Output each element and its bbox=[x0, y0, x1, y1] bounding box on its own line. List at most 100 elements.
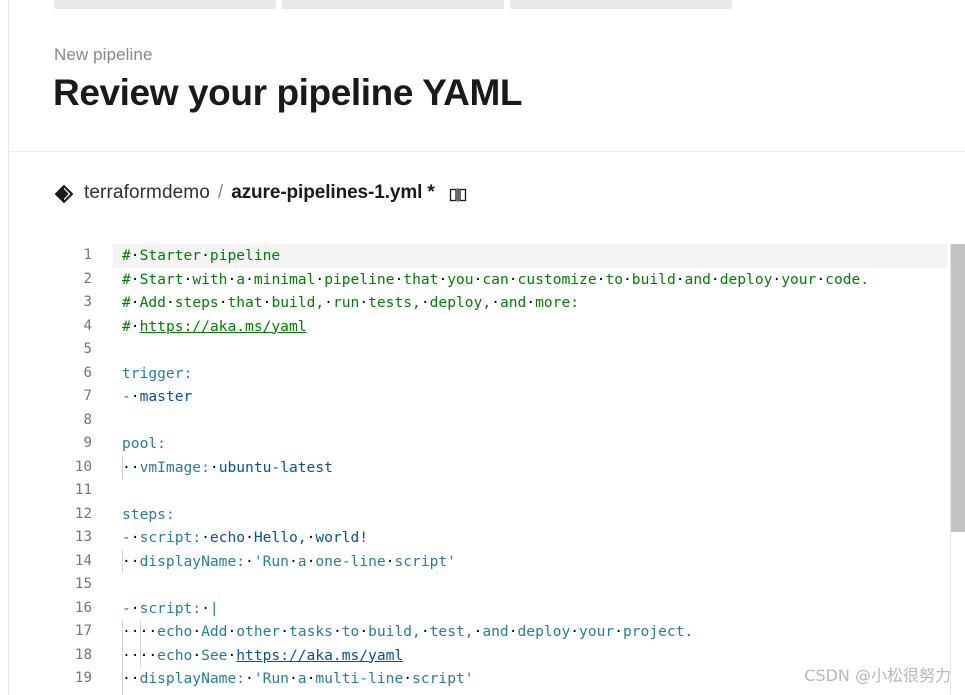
line-text[interactable]: ····echo·See·https://aka.ms/yaml bbox=[122, 644, 403, 668]
line-number: 15 bbox=[74, 576, 92, 592]
token-string: tasks bbox=[289, 623, 333, 640]
token-ws: · bbox=[614, 623, 623, 640]
token-comment: # bbox=[122, 270, 131, 288]
token-comment: more: bbox=[535, 294, 580, 311]
token-ws: · bbox=[227, 623, 237, 640]
token-ws: · bbox=[526, 294, 536, 311]
token-ws: · bbox=[315, 270, 325, 288]
line-number: 4 bbox=[83, 317, 92, 334]
code-line[interactable]: 4 #·https://aka.ms/yaml bbox=[9, 315, 965, 339]
code-line[interactable]: 16 -·script:·| bbox=[9, 597, 965, 621]
token-ws: · bbox=[130, 247, 140, 264]
token-link[interactable]: https://aka.ms/yaml bbox=[140, 318, 307, 335]
token-ws: · bbox=[130, 388, 140, 405]
line-number: 17 bbox=[74, 623, 92, 639]
token-val: master bbox=[139, 388, 193, 405]
line-text[interactable]: #·Starter·pipeline bbox=[122, 244, 280, 268]
token-comment: run bbox=[332, 294, 360, 311]
token-val: ubuntu-latest bbox=[218, 458, 333, 476]
line-text[interactable]: #·https://aka.ms/yaml bbox=[122, 315, 307, 339]
line-text[interactable]: #·Start·with·a·minimal·pipeline·that·you… bbox=[122, 268, 869, 292]
token-string: script' bbox=[412, 670, 474, 687]
line-number: 12 bbox=[74, 505, 92, 522]
token-comment: build, bbox=[271, 294, 325, 311]
code-line[interactable]: 2 #·Start·with·a·minimal·pipeline·that·yo… bbox=[9, 268, 965, 292]
token-comment: Start bbox=[139, 270, 184, 288]
code-line[interactable]: 8 bbox=[9, 409, 965, 433]
line-text[interactable]: #·Add·steps·that·build,·run·tests,·deplo… bbox=[122, 291, 579, 315]
line-text[interactable]: ··vmImage:·ubuntu-latest bbox=[122, 456, 333, 480]
line-text[interactable]: steps: bbox=[122, 503, 175, 527]
code-line[interactable]: 15 bbox=[9, 573, 965, 597]
wizard-step-3[interactable] bbox=[510, 0, 732, 9]
editor-vertical-scrollbar[interactable] bbox=[951, 244, 965, 695]
token-ws: ·· bbox=[122, 552, 140, 570]
token-comment: your bbox=[781, 270, 817, 288]
code-line[interactable]: 5 bbox=[9, 338, 965, 362]
token-comment: code. bbox=[825, 270, 870, 288]
token-ws: · bbox=[245, 270, 254, 288]
watermark: CSDN @小松很努力 bbox=[804, 666, 951, 685]
code-line[interactable]: 1 #·Starter·pipeline bbox=[9, 244, 965, 268]
line-text[interactable]: pool: bbox=[122, 432, 166, 456]
token-ws: · bbox=[675, 270, 685, 288]
token-string: echo bbox=[157, 646, 193, 664]
token-ws: · bbox=[227, 646, 237, 664]
repo-name[interactable]: terraformdemo bbox=[84, 182, 210, 204]
token-ws: · bbox=[420, 294, 430, 311]
token-ws: · bbox=[201, 529, 210, 546]
token-ws: · bbox=[508, 270, 518, 288]
token-key: displayName bbox=[139, 670, 237, 687]
code-line[interactable]: 7 -·master bbox=[9, 385, 965, 409]
line-text[interactable]: ····echo·Add·other·tasks·to·build,·test,… bbox=[122, 620, 693, 644]
code-line[interactable]: 12 steps: bbox=[9, 503, 965, 527]
token-ws: ·· bbox=[122, 458, 140, 476]
code-line[interactable]: 9 pool: bbox=[9, 432, 965, 456]
line-number: 5 bbox=[83, 341, 92, 357]
token-urlblue[interactable]: https://aka.ms/yaml bbox=[236, 647, 403, 664]
token-string: build, bbox=[368, 623, 421, 640]
line-text[interactable]: ··displayName:·'Run·a·multi-line·script' bbox=[122, 667, 474, 691]
wizard-step-2[interactable] bbox=[282, 0, 504, 9]
code-line[interactable]: 10 ··vmImage:·ubuntu-latest bbox=[9, 455, 965, 480]
code-line[interactable]: 6 trigger: bbox=[9, 362, 965, 386]
token-comment: with bbox=[192, 270, 228, 288]
token-punct: : bbox=[165, 505, 175, 523]
line-text[interactable]: -·master bbox=[122, 385, 192, 409]
token-comment: that bbox=[227, 294, 263, 311]
line-number: 14 bbox=[74, 552, 92, 569]
code-line[interactable]: 11 bbox=[9, 479, 965, 503]
token-ws: · bbox=[508, 623, 518, 640]
token-plain: Hello, bbox=[253, 529, 307, 546]
token-string: 'Run bbox=[253, 670, 289, 687]
code-line[interactable]: 3 #·Add·steps·that·build,·run·tests,·depl… bbox=[9, 291, 965, 315]
line-text[interactable]: -·script:·echo·Hello,·world! bbox=[122, 526, 368, 550]
pipeline-yaml-review-page: New pipeline Review your pipeline YAML t… bbox=[0, 0, 965, 695]
code-line[interactable]: 14 ··displayName:·'Run·a·one-line·script' bbox=[9, 549, 965, 574]
line-text[interactable]: -·script:·| bbox=[122, 597, 219, 621]
token-comment: tests, bbox=[368, 294, 421, 311]
token-ws: · bbox=[227, 270, 237, 288]
token-ws: · bbox=[130, 294, 140, 311]
code-line[interactable]: 20 bbox=[9, 690, 965, 695]
token-comment: Starter bbox=[139, 247, 202, 264]
line-text[interactable]: trigger: bbox=[122, 362, 192, 386]
yaml-code-editor[interactable]: 1 #·Starter·pipeline 2 #·Start·with·a·minim… bbox=[9, 244, 965, 695]
token-ws: · bbox=[394, 270, 404, 288]
code-line[interactable]: 13 -·script:·echo·Hello,·world! bbox=[9, 526, 965, 550]
token-ws: · bbox=[359, 294, 369, 311]
token-punct: : bbox=[236, 552, 246, 570]
token-ws: ·· bbox=[122, 670, 140, 687]
code-surface[interactable]: 1 #·Starter·pipeline 2 #·Start·with·a·minim… bbox=[9, 244, 965, 695]
token-comment: customize bbox=[517, 270, 597, 288]
line-number: 20 bbox=[9, 691, 92, 695]
line-number: 3 bbox=[83, 294, 92, 310]
editor-scrollbar-thumb[interactable] bbox=[951, 244, 965, 532]
token-string: one-line bbox=[315, 552, 386, 570]
token-ws: · bbox=[165, 294, 175, 311]
code-line[interactable]: 17 ····echo·Add·other·tasks·to·build,·tes… bbox=[9, 620, 965, 644]
line-text[interactable]: ··displayName:·'Run·a·one-line·script' bbox=[122, 550, 456, 574]
split-editor-icon[interactable] bbox=[449, 186, 467, 204]
wizard-step-1[interactable] bbox=[54, 0, 276, 9]
token-ws: · bbox=[491, 294, 500, 311]
